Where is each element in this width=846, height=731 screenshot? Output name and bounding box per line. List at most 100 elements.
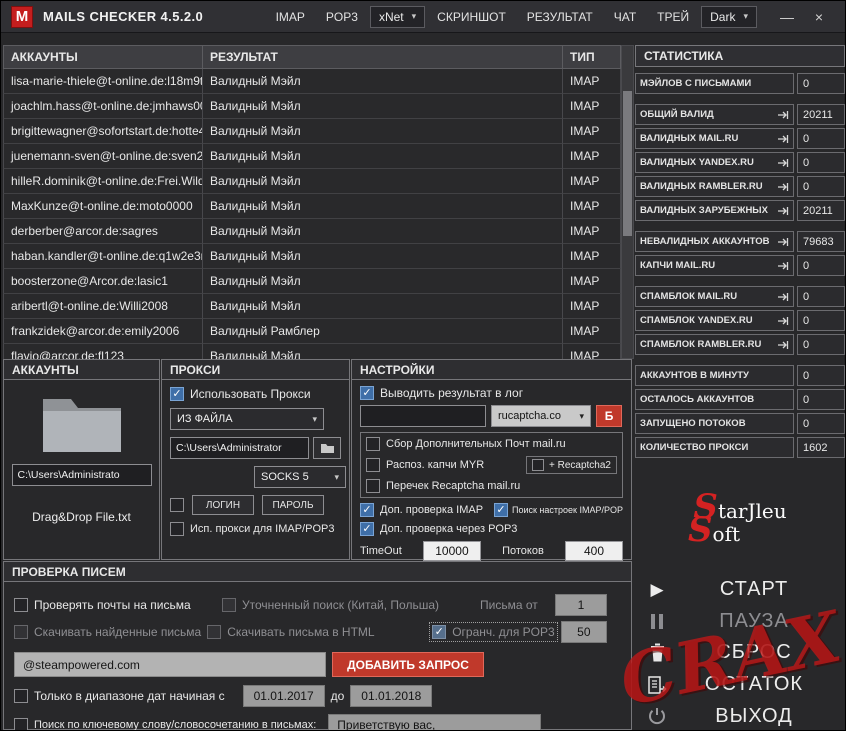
- table-row[interactable]: haban.kandler@t-online.de:q1w2e3r4 Валид…: [3, 244, 621, 269]
- use-proxy-for-imap-pop3-checkbox[interactable]: [170, 522, 184, 536]
- keyword-input[interactable]: Приветствую вас,: [328, 714, 542, 730]
- proxy-password-button[interactable]: ПАРОЛЬ: [262, 495, 324, 515]
- table-row[interactable]: MaxKunze@t-online.de:moto0000 Валидный М…: [3, 194, 621, 219]
- result-cell: Валидный Мэйл: [203, 219, 563, 244]
- table-row[interactable]: lisa-marie-thiele@t-online.de:l18m9t Вал…: [3, 69, 621, 94]
- proxy-type-combobox[interactable]: SOCKS 5 ▾: [254, 466, 346, 488]
- date-to-input[interactable]: 01.01.2018: [350, 685, 433, 707]
- settings-panel: НАСТРОЙКИ ✓ Выводить результат в лог ruc…: [351, 359, 632, 561]
- proxy-source-combobox[interactable]: ИЗ ФАЙЛА ▾: [170, 408, 324, 430]
- threads-input[interactable]: 400: [565, 541, 623, 561]
- letters-from-input[interactable]: 1: [555, 594, 607, 616]
- menu-pop3[interactable]: POP3: [317, 6, 367, 28]
- timeout-input[interactable]: 10000: [422, 541, 481, 561]
- account-cell: brigittewagner@sofortstart.de:hotte4: [3, 119, 203, 144]
- refined-search-checkbox[interactable]: [222, 598, 236, 612]
- recognize-captcha-checkbox[interactable]: [366, 458, 380, 472]
- stat-value: 0: [797, 152, 845, 173]
- reset-label: СБРОС: [716, 641, 792, 664]
- proxy-login-button[interactable]: ЛОГИН: [192, 495, 254, 515]
- exit-button[interactable]: ВЫХОД: [635, 700, 845, 730]
- letters-from-label: Письма от: [480, 598, 538, 612]
- export-icon[interactable]: [777, 292, 789, 302]
- add-query-button[interactable]: ДОБАВИТЬ ЗАПРОС: [332, 652, 484, 677]
- stat-label: СПАМБЛОК YANDEX.RU: [635, 310, 794, 331]
- table-row[interactable]: boosterzone@Arcor.de:lasic1 Валидный Мэй…: [3, 269, 621, 294]
- table-row[interactable]: hilleR.dominik@t-online.de:Frei.Wild Вал…: [3, 169, 621, 194]
- table-row[interactable]: flavio@arcor.de:fl123 Валидный Мэйл IMAP: [3, 344, 621, 359]
- export-icon[interactable]: [777, 110, 789, 120]
- date-from-input[interactable]: 01.01.2017: [242, 685, 325, 707]
- captcha-service-value: rucaptcha.co: [498, 410, 561, 422]
- pop3-limit-input[interactable]: 50: [560, 621, 607, 643]
- keyword-search-checkbox[interactable]: [14, 718, 28, 730]
- table-row[interactable]: juenemann-sven@t-online.de:sven20 Валидн…: [3, 144, 621, 169]
- theme-combobox[interactable]: Dark ▾: [701, 5, 757, 28]
- col-header-accounts[interactable]: АККАУНТЫ: [3, 45, 203, 69]
- menu-screenshot[interactable]: СКРИНШОТ: [428, 6, 515, 28]
- captcha-key-input[interactable]: [360, 405, 486, 427]
- table-row[interactable]: aribertl@t-online.de:Willi2008 Валидный …: [3, 294, 621, 319]
- minimize-button[interactable]: —: [771, 5, 803, 29]
- download-found-checkbox[interactable]: [14, 625, 28, 639]
- scrollbar-thumb[interactable]: [623, 91, 632, 236]
- table-row[interactable]: derberber@arcor.de:sagres Валидный Мэйл …: [3, 219, 621, 244]
- menu-xnet-label: xNet: [378, 9, 404, 24]
- stat-value: 0: [797, 365, 845, 386]
- table-row[interactable]: joachlm.hass@t-online.de:jmhaws00 Валидн…: [3, 94, 621, 119]
- export-icon[interactable]: [777, 134, 789, 144]
- use-proxy-checkbox[interactable]: ✓: [170, 387, 184, 401]
- menu-result[interactable]: РЕЗУЛЬТАТ: [518, 6, 602, 28]
- download-html-checkbox[interactable]: [207, 625, 222, 639]
- export-icon[interactable]: [777, 182, 789, 192]
- start-button[interactable]: ▶ СТАРТ: [635, 574, 845, 606]
- proxy-source-value: ИЗ ФАЙЛА: [177, 413, 233, 425]
- export-icon[interactable]: [777, 206, 789, 216]
- pop3-extra-check-checkbox[interactable]: ✓: [360, 522, 374, 536]
- close-button[interactable]: ×: [803, 5, 835, 29]
- recheck-recaptcha-checkbox[interactable]: [366, 479, 380, 493]
- table-row[interactable]: frankzidek@arcor.de:emily2006 Валидный Р…: [3, 319, 621, 344]
- date-range-checkbox[interactable]: [14, 689, 28, 703]
- rest-button[interactable]: ОСТАТОК: [635, 669, 845, 701]
- browse-folder-button[interactable]: [313, 437, 341, 459]
- imap-extra-check-checkbox[interactable]: ✓: [360, 503, 374, 517]
- proxy-file-path-input[interactable]: C:\Users\Administrator: [170, 437, 309, 459]
- folder-icon[interactable]: [39, 392, 125, 454]
- export-icon[interactable]: [777, 316, 789, 326]
- collect-mail-checkbox[interactable]: [366, 437, 380, 451]
- table-scrollbar[interactable]: [621, 45, 634, 359]
- pause-button[interactable]: ПАУЗА: [635, 606, 845, 638]
- check-letters-checkbox[interactable]: [14, 598, 28, 612]
- search-query-input[interactable]: @steampowered.com: [14, 652, 326, 677]
- menu-xnet-combobox[interactable]: xNet ▾: [369, 5, 426, 28]
- proxy-auth-checkbox[interactable]: [170, 498, 184, 512]
- rest-label: ОСТАТОК: [704, 673, 804, 696]
- proxy-panel: ПРОКСИ ✓ Использовать Прокси ИЗ ФАЙЛА ▾ …: [161, 359, 350, 560]
- menu-imap[interactable]: IMAP: [267, 6, 314, 28]
- captcha-service-combobox[interactable]: rucaptcha.co ▾: [491, 405, 591, 427]
- reset-button[interactable]: СБРОС: [635, 637, 845, 669]
- export-icon[interactable]: [777, 158, 789, 168]
- stat-label: НЕВАЛИДНЫХ АККАУНТОВ: [635, 231, 794, 252]
- log-output-checkbox[interactable]: ✓: [360, 386, 374, 400]
- account-cell: flavio@arcor.de:fl123: [3, 344, 203, 359]
- menu-chat[interactable]: ЧАТ: [605, 6, 645, 28]
- balance-button[interactable]: Б: [596, 405, 622, 427]
- account-cell: aribertl@t-online.de:Willi2008: [3, 294, 203, 319]
- col-header-type[interactable]: ТИП: [563, 45, 621, 69]
- check-icon: ✓: [362, 522, 372, 535]
- export-icon[interactable]: [777, 237, 789, 247]
- table-row[interactable]: brigittewagner@sofortstart.de:hotte4 Вал…: [3, 119, 621, 144]
- export-icon[interactable]: [777, 340, 789, 350]
- stat-value: 0: [797, 73, 845, 94]
- accounts-file-path[interactable]: C:\Users\Administrato: [11, 464, 152, 486]
- recaptcha2-checkbox[interactable]: [532, 459, 544, 471]
- imap-pop-settings-search-checkbox[interactable]: ✓: [493, 503, 508, 517]
- export-icon[interactable]: [777, 261, 789, 271]
- menu-tray[interactable]: ТРЕЙ: [648, 6, 698, 28]
- stat-row: КАПЧИ MAIL.RU 0: [635, 255, 845, 276]
- pop3-limit-checkbox[interactable]: ✓: [432, 625, 447, 639]
- col-header-result[interactable]: РЕЗУЛЬТАТ: [203, 45, 563, 69]
- check-icon: ✓: [362, 503, 372, 516]
